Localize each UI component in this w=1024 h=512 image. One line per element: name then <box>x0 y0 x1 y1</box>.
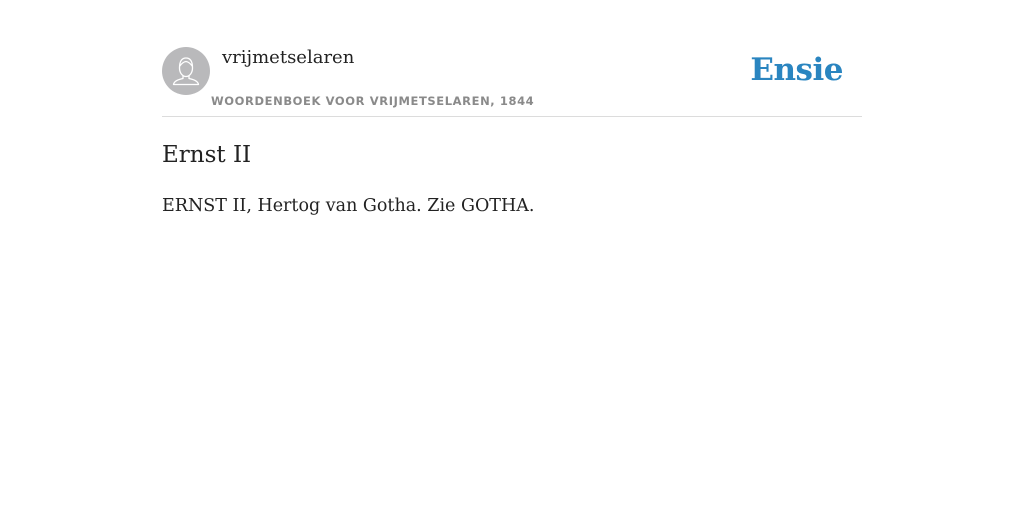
article-body: ERNST II, Hertog van Gotha. Zie GOTHA. <box>162 196 535 216</box>
ensie-logo[interactable]: Ensie <box>750 50 843 90</box>
page-header: vrijmetselaren WOORDENBOEK VOOR VRIJMETS… <box>162 0 862 117</box>
author-avatar[interactable] <box>162 47 210 95</box>
author-name[interactable]: vrijmetselaren <box>222 46 354 70</box>
source-label[interactable]: WOORDENBOEK VOOR VRIJMETSELAREN, 1844 <box>211 93 534 109</box>
user-silhouette-icon <box>172 57 200 86</box>
article-title: Ernst II <box>162 142 252 168</box>
